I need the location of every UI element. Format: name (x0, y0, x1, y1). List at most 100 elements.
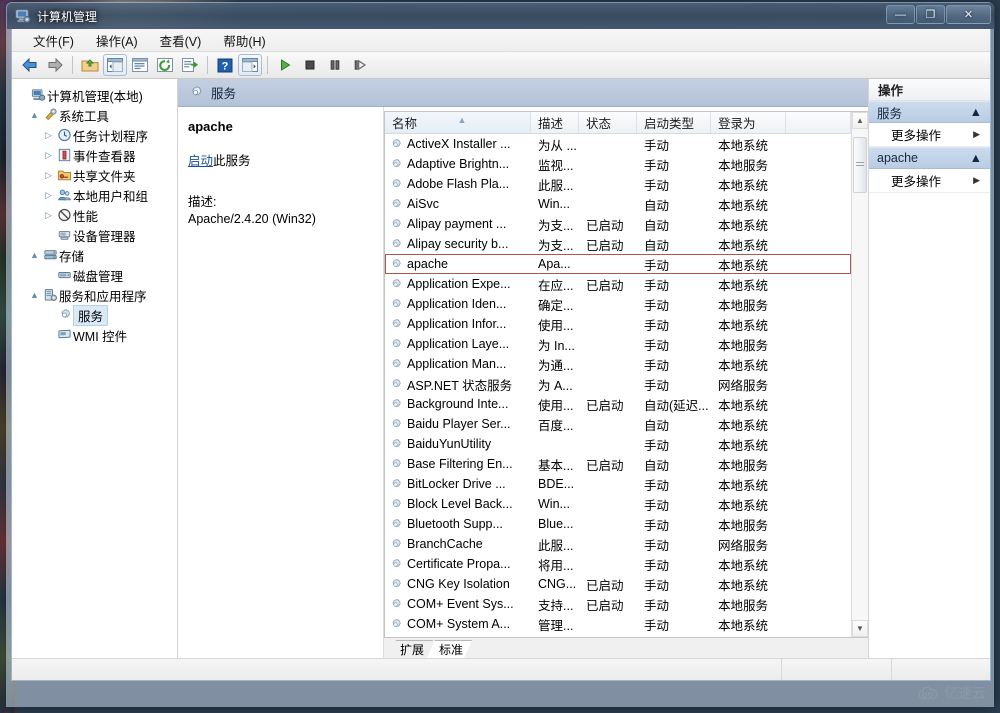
table-row[interactable]: Bluetooth Supp... Blue... 手动 本地服务 (385, 514, 851, 534)
table-row[interactable]: BaiduYunUtility 手动 本地系统 (385, 434, 851, 454)
tree-device-manager[interactable]: 设备管理器 (12, 225, 177, 245)
tools-icon (41, 108, 59, 122)
back-icon[interactable] (18, 54, 42, 76)
chevron-up-icon[interactable]: ▲ (970, 105, 982, 119)
export-list-icon[interactable] (178, 54, 202, 76)
column-header-name[interactable]: 名称 ▲ (385, 112, 531, 133)
forward-icon[interactable] (43, 54, 67, 76)
table-row[interactable]: Block Level Back... Win... 手动 本地系统 (385, 494, 851, 514)
scroll-thumb[interactable] (853, 137, 867, 193)
expander-collapse[interactable]: ▲ (28, 250, 41, 260)
table-row[interactable]: Alipay security b... 为支... 已启动 自动 本地系统 (385, 234, 851, 254)
title-bar[interactable]: 计算机管理 — ❐ ✕ (7, 3, 995, 29)
tree-services-applications[interactable]: ▲ 服务和应用程序 (12, 285, 177, 305)
tree-storage[interactable]: ▲ 存储 (12, 245, 177, 265)
table-row[interactable]: Application Man... 为通... 手动 本地系统 (385, 354, 851, 374)
tree-system-tools[interactable]: ▲ 系统工具 (12, 105, 177, 125)
more-actions-services[interactable]: 更多操作 ▶ (869, 123, 990, 147)
table-row[interactable]: BranchCache 此服... 手动 网络服务 (385, 534, 851, 554)
table-row[interactable]: COM+ Event Sys... 支持... 已启动 手动 本地服务 (385, 594, 851, 614)
expander-collapse[interactable]: ▲ (28, 110, 41, 120)
more-actions-apache[interactable]: 更多操作 ▶ (869, 169, 990, 193)
status-segment-secondary (782, 659, 892, 680)
expander-expand[interactable]: ▷ (42, 130, 55, 141)
table-row[interactable]: CNG Key Isolation CNG... 已启动 手动 本地系统 (385, 574, 851, 594)
chevron-up-icon[interactable]: ▲ (970, 151, 982, 165)
list-vertical-scrollbar[interactable]: ▲ ▼ (851, 112, 868, 637)
tree-wmi-control[interactable]: WMI 控件 (12, 325, 177, 345)
table-row[interactable]: ActiveX Installer ... 为从 ... 手动 本地系统 (385, 134, 851, 154)
column-header-description[interactable]: 描述 (531, 112, 579, 133)
show-hide-tree-icon[interactable] (103, 54, 127, 76)
tree-services[interactable]: 服务 (12, 304, 177, 326)
scroll-down-button[interactable]: ▼ (852, 620, 868, 637)
table-row[interactable]: Baidu Player Ser... 百度... 自动 本地系统 (385, 414, 851, 434)
menu-file[interactable]: 文件(F) (22, 29, 85, 52)
tree-performance[interactable]: ▷ 性能 (12, 205, 177, 225)
menu-help[interactable]: 帮助(H) (212, 29, 276, 52)
wmi-icon (55, 328, 73, 342)
table-row[interactable]: BitLocker Drive ... BDE... 手动 本地系统 (385, 474, 851, 494)
scroll-up-button[interactable]: ▲ (852, 112, 868, 129)
tree-disk-management[interactable]: 磁盘管理 (12, 265, 177, 285)
actions-group-services[interactable]: 服务 ▲ (869, 101, 990, 123)
properties-icon[interactable] (128, 54, 152, 76)
minimize-button[interactable]: — (886, 5, 915, 24)
tab-extended[interactable]: 扩展 (388, 640, 433, 658)
shared-folder-icon (55, 168, 73, 182)
show-action-pane-icon[interactable] (238, 54, 262, 76)
expander-expand[interactable]: ▷ (42, 170, 55, 181)
table-row[interactable]: Alipay payment ... 为支... 已启动 自动 本地系统 (385, 214, 851, 234)
column-header-status[interactable]: 状态 (579, 112, 637, 133)
help-icon[interactable]: ? (213, 54, 237, 76)
column-header-logon-as[interactable]: 登录为 (711, 112, 786, 133)
table-row-selected[interactable]: apache Apa... 手动 本地系统 (385, 254, 851, 274)
cloud-icon (917, 686, 939, 700)
table-row[interactable]: ASP.NET 状态服务 为 A... 手动 网络服务 (385, 374, 851, 394)
cell-description: 为 A... (538, 378, 573, 393)
close-button[interactable]: ✕ (946, 5, 991, 24)
table-row[interactable]: Application Expe... 在应... 已启动 手动 本地系统 (385, 274, 851, 294)
menu-action[interactable]: 操作(A) (85, 29, 149, 52)
menu-view[interactable]: 查看(V) (149, 29, 213, 52)
table-row[interactable]: COM+ System A... 管理... 手动 本地系统 (385, 614, 851, 634)
expander-collapse[interactable]: ▲ (28, 290, 41, 300)
cell-startup: 手动 (644, 178, 670, 193)
start-service-link[interactable]: 启动 (188, 154, 213, 168)
table-row[interactable]: Base Filtering En... 基本... 已启动 自动 本地服务 (385, 454, 851, 474)
tree-shared-folders[interactable]: ▷ 共享文件夹 (12, 165, 177, 185)
tree-event-viewer[interactable]: ▷ 事件查看器 (12, 145, 177, 165)
pause-service-icon[interactable] (323, 54, 347, 76)
cell-logon: 本地系统 (718, 258, 769, 273)
tab-standard[interactable]: 标准 (427, 640, 472, 658)
scroll-track[interactable] (852, 129, 868, 620)
up-folder-icon[interactable] (78, 54, 102, 76)
cell-name: BitLocker Drive ... (385, 477, 531, 491)
service-gear-icon (389, 438, 402, 451)
tree-computer-management[interactable]: 计算机管理(本地) (12, 85, 177, 105)
table-row[interactable]: Certificate Propa... 将用... 手动 本地系统 (385, 554, 851, 574)
stop-service-icon[interactable] (298, 54, 322, 76)
console-tree[interactable]: 计算机管理(本地) ▲ 系统工具 ▷ 任务计划程序 ▷ 事件查看器 ▷ 共享文件… (12, 79, 178, 658)
expander-expand[interactable]: ▷ (42, 210, 55, 221)
tree-local-users-groups[interactable]: ▷ 本地用户和组 (12, 185, 177, 205)
table-row[interactable]: Application Iden... 确定... 手动 本地服务 (385, 294, 851, 314)
table-row[interactable]: Adobe Flash Pla... 此服... 手动 本地系统 (385, 174, 851, 194)
table-row[interactable]: AiSvc Win... 自动 本地系统 (385, 194, 851, 214)
start-service-icon[interactable] (273, 54, 297, 76)
refresh-icon[interactable] (153, 54, 177, 76)
actions-group-apache[interactable]: apache ▲ (869, 147, 990, 169)
expander-expand[interactable]: ▷ (42, 150, 55, 161)
table-row[interactable]: Application Infor... 使用... 手动 本地系统 (385, 314, 851, 334)
tree-task-scheduler[interactable]: ▷ 任务计划程序 (12, 125, 177, 145)
services-rows[interactable]: ActiveX Installer ... 为从 ... 手动 本地系统 Adaptiv… (385, 134, 851, 637)
service-name-label: BitLocker Drive ... (407, 477, 506, 491)
restart-service-icon[interactable] (348, 54, 372, 76)
table-row[interactable]: Adaptive Brightn... 监视... 手动 本地服务 (385, 154, 851, 174)
column-header-startup-type[interactable]: 启动类型 (637, 112, 711, 133)
cell-status: 已启动 (586, 458, 624, 473)
expander-expand[interactable]: ▷ (42, 190, 55, 201)
maximize-button[interactable]: ❐ (916, 5, 945, 24)
table-row[interactable]: Application Laye... 为 In... 手动 本地服务 (385, 334, 851, 354)
table-row[interactable]: Background Inte... 使用... 已启动 自动(延迟... 本地系统 (385, 394, 851, 414)
